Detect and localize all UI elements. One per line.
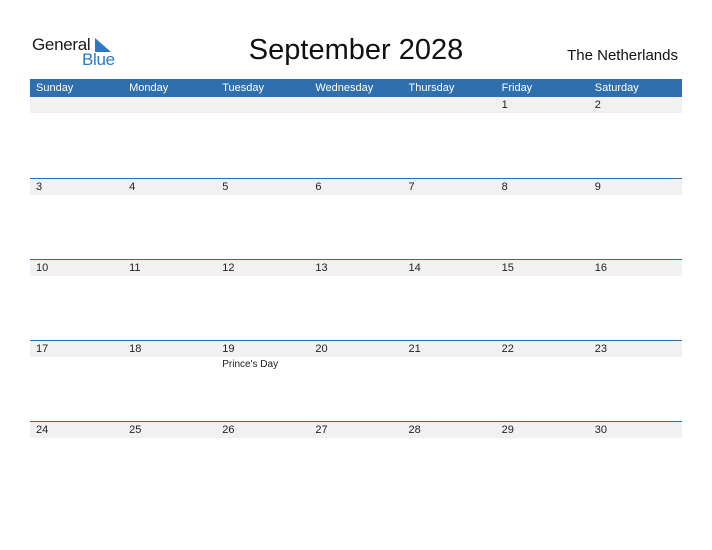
weekday-thursday: Thursday bbox=[408, 82, 455, 94]
day-cell: 5 bbox=[216, 179, 309, 195]
day-cell: 1 bbox=[496, 97, 589, 113]
day-number: 22 bbox=[501, 343, 514, 355]
day-number: 29 bbox=[501, 424, 514, 436]
day-number: 14 bbox=[408, 262, 421, 274]
date-strip: 10 11 12 13 14 15 16 bbox=[30, 260, 682, 276]
week-row: 12 bbox=[30, 97, 682, 178]
day-number: 5 bbox=[222, 181, 229, 193]
day-cell: 20 bbox=[309, 341, 402, 357]
day-cell: 11 bbox=[123, 260, 216, 276]
day-number: 7 bbox=[408, 181, 415, 193]
day-number: 23 bbox=[594, 343, 607, 355]
day-cell: 6 bbox=[309, 179, 402, 195]
day-cell: 4 bbox=[123, 179, 216, 195]
date-strip: 17 18 19 Prince's Day 20 21 22 23 bbox=[30, 341, 682, 370]
day-number: 1 bbox=[501, 99, 508, 111]
day-number: 10 bbox=[36, 262, 49, 274]
day-number: 24 bbox=[36, 424, 49, 436]
week-row: 17 18 19 Prince's Day 20 21 22 23 bbox=[30, 340, 682, 421]
day-cell bbox=[30, 97, 123, 113]
day-number: 2 bbox=[594, 99, 601, 111]
day-cell: 3 bbox=[30, 179, 123, 195]
day-number: 28 bbox=[408, 424, 421, 436]
weekday-tuesday: Tuesday bbox=[222, 82, 265, 94]
day-number: 11 bbox=[129, 262, 141, 274]
day-cell: 21 bbox=[403, 341, 496, 357]
day-cell: 14 bbox=[403, 260, 496, 276]
day-cell: 7 bbox=[403, 179, 496, 195]
day-cell bbox=[309, 97, 402, 113]
day-cell: 28 bbox=[403, 422, 496, 438]
date-strip: 24 25 26 27 28 29 30 bbox=[30, 422, 682, 438]
day-cell: 9 bbox=[589, 179, 682, 195]
day-cell: 23 bbox=[589, 341, 682, 357]
week-row: 10 11 12 13 14 15 16 bbox=[30, 259, 682, 340]
day-number: 20 bbox=[315, 343, 328, 355]
day-cell: 19 Prince's Day bbox=[216, 341, 309, 370]
day-number: 18 bbox=[129, 343, 142, 355]
day-number: 17 bbox=[36, 343, 49, 355]
day-number: 19 bbox=[222, 343, 235, 355]
day-number: 13 bbox=[315, 262, 328, 274]
day-cell: 18 bbox=[123, 341, 216, 357]
day-cell bbox=[216, 97, 309, 113]
weekday-saturday: Saturday bbox=[594, 82, 639, 94]
weekday-wednesday: Wednesday bbox=[315, 82, 374, 94]
day-number: 21 bbox=[408, 343, 421, 355]
day-cell bbox=[123, 97, 216, 113]
day-number: 3 bbox=[36, 181, 43, 193]
weekday-monday: Monday bbox=[129, 82, 169, 94]
day-number: 15 bbox=[501, 262, 514, 274]
day-number: 6 bbox=[315, 181, 322, 193]
day-cell: 17 bbox=[30, 341, 123, 357]
day-number: 16 bbox=[594, 262, 607, 274]
day-number: 27 bbox=[315, 424, 328, 436]
day-number: 25 bbox=[129, 424, 142, 436]
weekday-sunday: Sunday bbox=[36, 82, 74, 94]
calendar-grid: Sunday Monday Tuesday Wednesday Thursday… bbox=[30, 79, 682, 502]
day-cell: 8 bbox=[496, 179, 589, 195]
date-strip: 12 bbox=[30, 97, 682, 113]
day-cell: 16 bbox=[589, 260, 682, 276]
day-number: 9 bbox=[594, 181, 601, 193]
day-cell: 25 bbox=[123, 422, 216, 438]
weekday-friday: Friday bbox=[501, 82, 533, 94]
day-number: 4 bbox=[129, 181, 136, 193]
day-cell: 24 bbox=[30, 422, 123, 438]
day-cell: 15 bbox=[496, 260, 589, 276]
holiday-label: Prince's Day bbox=[222, 359, 279, 370]
day-cell: 27 bbox=[309, 422, 402, 438]
day-cell: 10 bbox=[30, 260, 123, 276]
day-cell: 29 bbox=[496, 422, 589, 438]
country-label: The Netherlands bbox=[567, 47, 678, 64]
week-row: 3 4 5 6 7 8 9 bbox=[30, 178, 682, 259]
day-cell: 2 bbox=[589, 97, 682, 113]
day-cell: 12 bbox=[216, 260, 309, 276]
day-number: 30 bbox=[594, 424, 607, 436]
day-cell: 13 bbox=[309, 260, 402, 276]
day-number: 26 bbox=[222, 424, 235, 436]
day-number: 12 bbox=[222, 262, 235, 274]
date-strip: 3 4 5 6 7 8 9 bbox=[30, 179, 682, 195]
day-cell: 26 bbox=[216, 422, 309, 438]
day-cell: 22 bbox=[496, 341, 589, 357]
day-cell bbox=[403, 97, 496, 113]
weekday-header: Sunday Monday Tuesday Wednesday Thursday… bbox=[30, 79, 682, 97]
day-number: 8 bbox=[501, 181, 508, 193]
week-row: 24 25 26 27 28 29 30 bbox=[30, 421, 682, 502]
day-cell: 30 bbox=[589, 422, 682, 438]
